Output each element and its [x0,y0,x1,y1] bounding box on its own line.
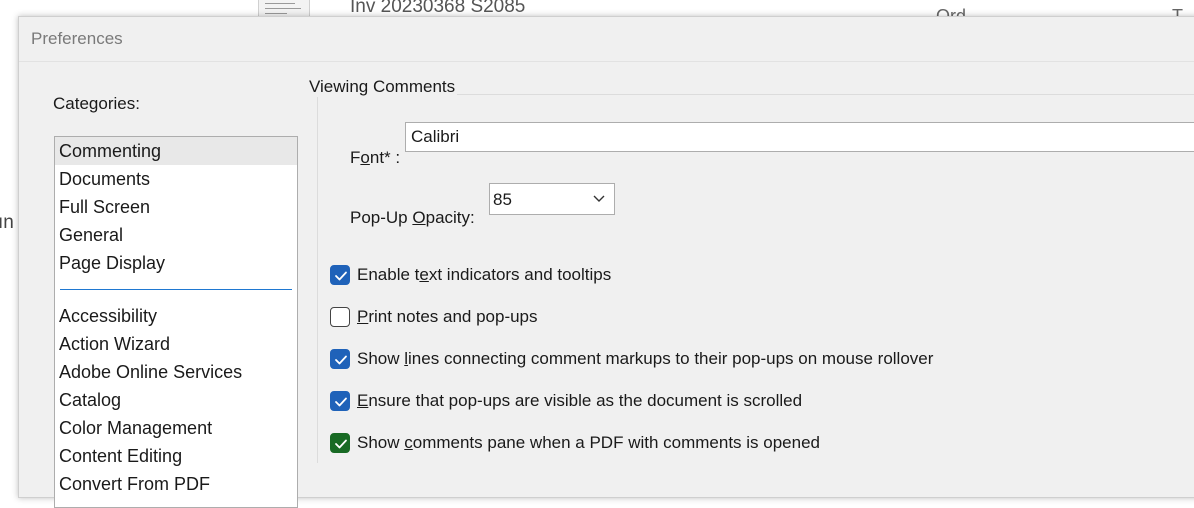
checkbox-box[interactable] [330,433,350,453]
category-item[interactable]: Color Management [55,414,297,442]
popup-opacity-value: 85 [493,190,512,209]
category-item[interactable]: Page Display [55,249,297,277]
category-item[interactable]: Adobe Online Services [55,358,297,386]
checkbox-label: Ensure that pop-ups are visible as the d… [357,391,803,410]
category-item[interactable]: Documents [55,165,297,193]
title-divider [19,61,1194,62]
section-title: Viewing Comments [307,77,458,97]
checkbox-box[interactable] [330,349,350,369]
font-label: Font* : [350,148,401,167]
background-fragment: ın [0,212,14,233]
check-icon [335,355,347,365]
check-icon [335,439,347,449]
category-item[interactable]: Catalog [55,386,297,414]
categories-label: Categories: [53,94,140,113]
preferences-dialog: Preferences Categories: Commenting Docume… [18,16,1194,508]
category-item[interactable]: Accessibility [55,302,297,330]
dialog-title: Preferences [31,29,123,48]
popup-opacity-select[interactable]: 85 [489,183,615,215]
checkbox-label: Show comments pane when a PDF with comme… [357,433,821,452]
category-item[interactable]: Commenting [55,137,297,165]
checkbox-box[interactable] [330,307,350,327]
popup-opacity-label: Pop-Up Opacity: [350,208,475,227]
category-item[interactable]: Content Editing [55,442,297,470]
chevron-down-icon [593,195,605,202]
category-item[interactable]: Convert From PDF [55,470,297,498]
check-icon [335,397,347,407]
category-item[interactable]: General [55,221,297,249]
categories-list[interactable]: Commenting Documents Full Screen General Pag… [54,136,298,508]
check-icon [335,271,347,281]
font-field[interactable]: Calibri [405,122,1194,152]
category-separator [60,289,292,290]
category-item[interactable]: Full Screen [55,193,297,221]
category-item[interactable]: Action Wizard [55,330,297,358]
checkbox-box[interactable] [330,391,350,411]
checkbox-label: Enable text indicators and tooltips [357,265,612,284]
checkbox-label: Print notes and pop-ups [357,307,538,326]
checkbox-label: Show lines connecting comment markups to… [357,349,934,368]
checkbox-box[interactable] [330,265,350,285]
